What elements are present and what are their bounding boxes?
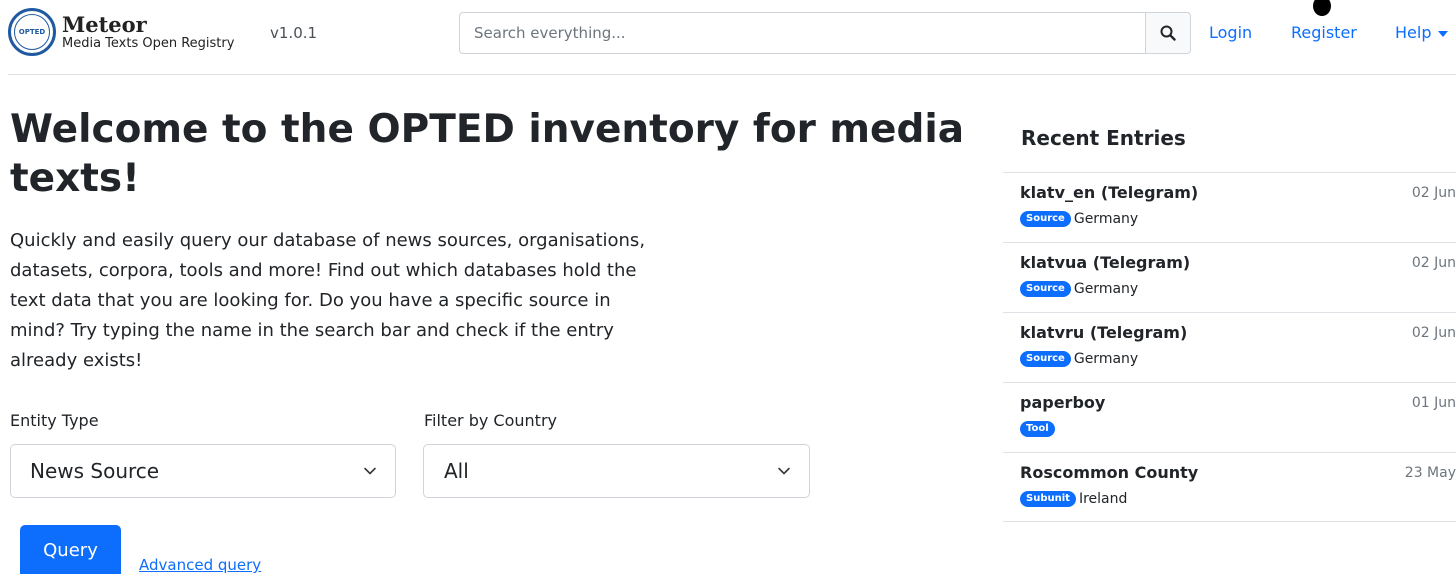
register-link[interactable]: Register [1291, 23, 1357, 42]
query-button[interactable]: Query [20, 525, 121, 574]
help-dropdown[interactable]: Help [1395, 23, 1449, 42]
entry-name: klatv_en (Telegram) [1020, 183, 1199, 202]
search-icon [1160, 25, 1176, 41]
entry-meta: Tool [1020, 421, 1058, 437]
entry-date: 02 Jun [1411, 255, 1456, 271]
entry-name: klatvru (Telegram) [1020, 323, 1188, 342]
search-button[interactable] [1145, 12, 1191, 54]
entry-name: klatvua (Telegram) [1020, 253, 1191, 272]
country-filter-select[interactable]: All [423, 444, 810, 498]
list-item[interactable]: paperboy 01 Jun Tool [1003, 382, 1456, 452]
entry-date: 01 Jun [1411, 395, 1456, 411]
brand-link[interactable]: OPTED Meteor Media Texts Open Registry [8, 8, 234, 56]
list-item[interactable]: klatvua (Telegram) 02 Jun Source Germany [1003, 242, 1456, 312]
list-item[interactable]: klatv_en (Telegram) 02 Jun Source German… [1003, 172, 1456, 242]
entity-type-badge: Source [1020, 211, 1071, 227]
brand-subtitle: Media Texts Open Registry [62, 36, 235, 51]
help-label: Help [1395, 23, 1432, 42]
chevron-down-icon [778, 467, 790, 475]
recent-entries-list: klatv_en (Telegram) 02 Jun Source German… [1003, 172, 1456, 522]
page-title: Welcome to the OPTED inventory for media… [10, 107, 965, 201]
opted-logo: OPTED [8, 8, 56, 56]
logo-text: OPTED [14, 14, 50, 50]
country-filter-label: Filter by Country [424, 411, 557, 430]
entry-meta: Subunit Ireland [1020, 491, 1127, 507]
intro-text: Quickly and easily query our database of… [10, 230, 646, 371]
brand-text: Meteor Media Texts Open Registry [62, 14, 234, 50]
entry-name: Roscommon County [1020, 463, 1199, 482]
list-item[interactable]: klatvru (Telegram) 02 Jun Source Germany [1003, 312, 1456, 382]
recent-entries-title: Recent Entries [1021, 126, 1186, 150]
version-label: v1.0.1 [270, 24, 318, 42]
login-link[interactable]: Login [1209, 23, 1252, 42]
entity-type-badge: Source [1020, 351, 1071, 367]
entry-meta: Source Germany [1020, 351, 1138, 367]
entry-date: 02 Jun [1411, 185, 1456, 201]
entry-date: 23 May [1404, 465, 1456, 481]
entity-type-badge: Tool [1020, 421, 1055, 437]
navbar: OPTED Meteor Media Texts Open Registry v… [0, 0, 1456, 70]
entry-country: Ireland [1078, 491, 1128, 507]
entry-name: paperboy [1020, 393, 1106, 412]
chevron-down-icon [364, 467, 376, 475]
navbar-divider [8, 74, 1456, 75]
mouse-cursor-icon [1313, 0, 1331, 16]
search-group [459, 12, 1191, 54]
entry-country: Germany [1073, 351, 1139, 367]
entry-country: Germany [1073, 211, 1139, 227]
entry-date: 02 Jun [1411, 325, 1456, 341]
country-filter-value: All [444, 459, 469, 483]
entry-country: Germany [1073, 281, 1139, 297]
entity-type-badge: Source [1020, 281, 1071, 297]
brand-title: Meteor [62, 12, 147, 37]
caret-down-icon [1438, 30, 1449, 37]
search-input[interactable] [459, 12, 1145, 54]
entity-type-badge: Subunit [1020, 491, 1076, 507]
advanced-query-link[interactable]: Advanced query [139, 556, 261, 574]
entry-meta: Source Germany [1020, 211, 1138, 227]
entity-type-value: News Source [30, 459, 160, 483]
list-item[interactable]: Roscommon County 23 May Subunit Ireland [1003, 452, 1456, 522]
entity-type-label: Entity Type [10, 411, 99, 430]
entity-type-select[interactable]: News Source [10, 444, 396, 498]
entry-meta: Source Germany [1020, 281, 1138, 297]
